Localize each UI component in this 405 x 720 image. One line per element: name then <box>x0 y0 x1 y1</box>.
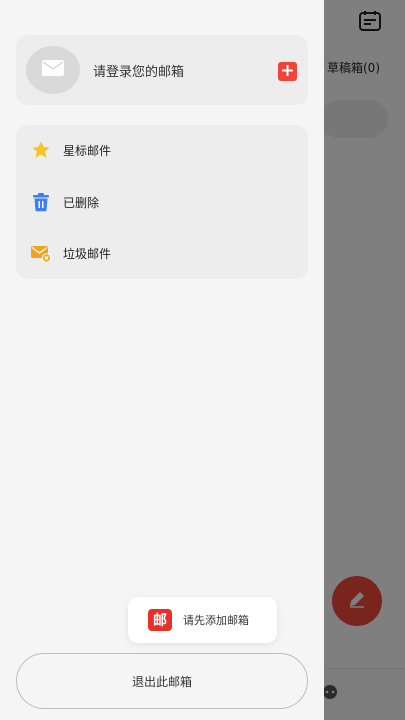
folder-item-spam[interactable]: 垃圾邮件 <box>16 228 308 278</box>
toast-text: 请先添加邮箱 <box>183 614 249 627</box>
trash-icon <box>30 191 52 213</box>
folder-item-starred[interactable]: 星标邮件 <box>16 125 308 175</box>
avatar <box>26 46 80 94</box>
login-prompt: 请登录您的邮箱 <box>93 65 185 80</box>
account-card[interactable]: 请登录您的邮箱 <box>16 35 308 105</box>
envelope-icon <box>42 60 64 80</box>
navigation-drawer: 请登录您的邮箱 星标邮件 已删除 垃圾邮件 邮 请先添加邮箱 退出此邮箱 <box>0 0 324 720</box>
plus-icon <box>281 62 294 81</box>
star-icon <box>30 139 52 161</box>
toast-message: 邮 请先添加邮箱 <box>128 597 277 643</box>
folder-label: 星标邮件 <box>63 143 112 158</box>
mail-app-logo: 邮 <box>148 609 172 631</box>
folder-item-deleted[interactable]: 已删除 <box>16 177 308 227</box>
folder-label: 垃圾邮件 <box>63 246 112 261</box>
spam-icon <box>30 242 52 264</box>
folder-label: 已删除 <box>63 195 100 210</box>
folder-list: 星标邮件 已删除 垃圾邮件 <box>16 125 308 279</box>
logout-button[interactable]: 退出此邮箱 <box>16 653 308 709</box>
add-account-button[interactable] <box>278 62 297 81</box>
